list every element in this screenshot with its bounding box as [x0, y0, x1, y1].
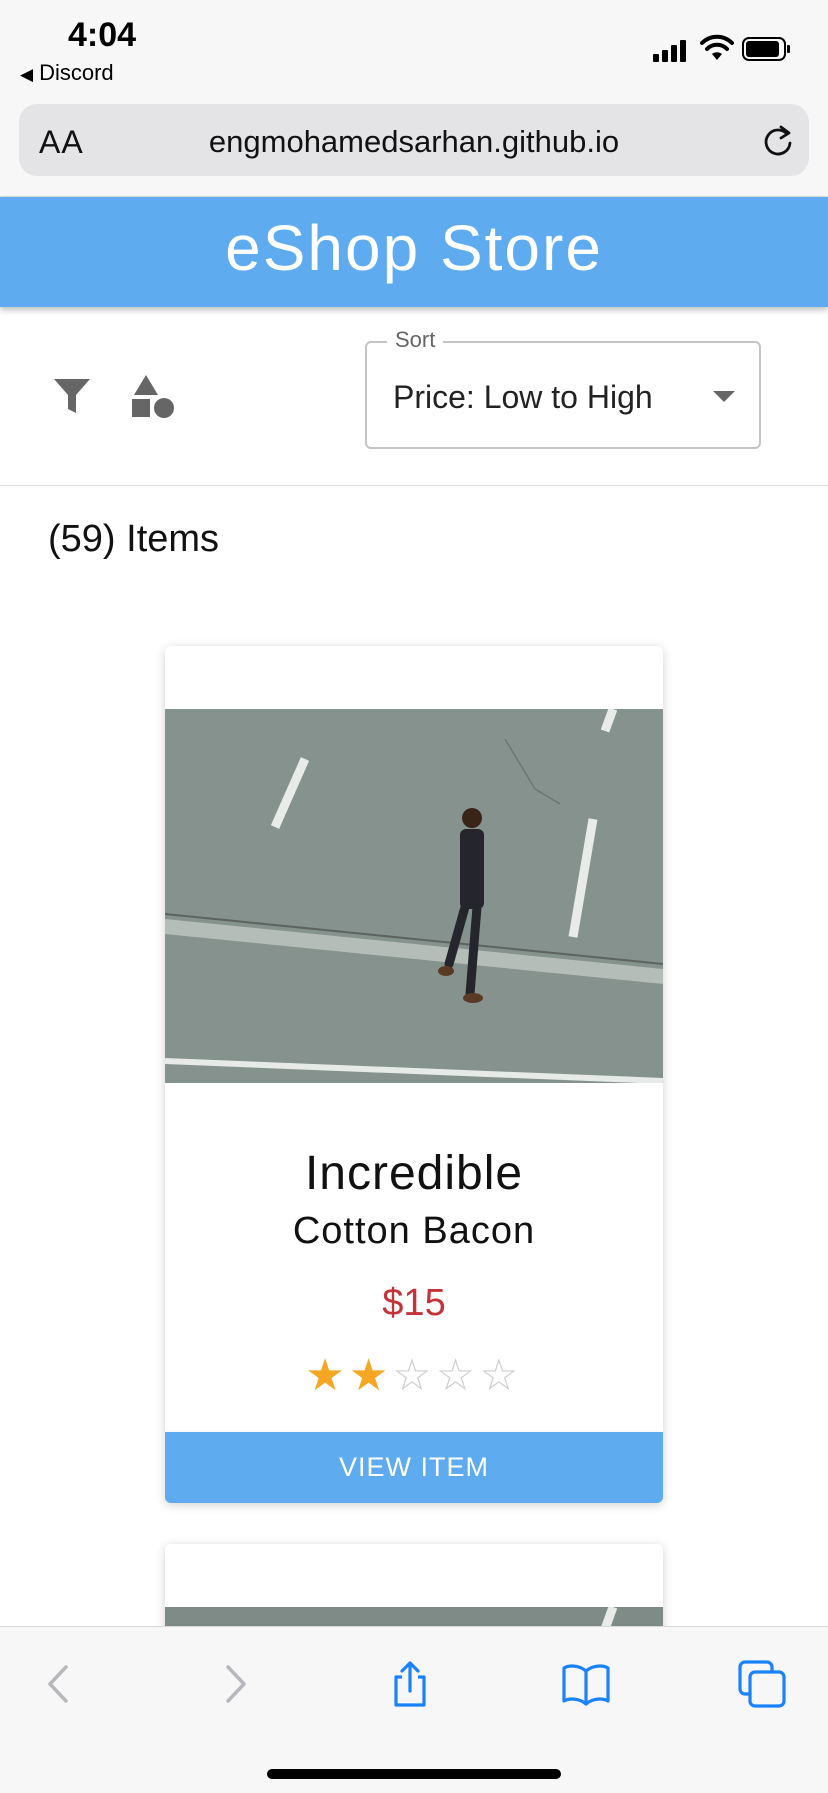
tabs-icon[interactable] — [737, 1659, 787, 1709]
filter-icon[interactable] — [52, 375, 92, 417]
app-title: eShop Store — [225, 212, 603, 284]
wifi-icon — [700, 34, 734, 60]
product-name-line2: Cotton Bacon — [292, 1210, 536, 1252]
filter-sort-toolbar: Sort Price: Low to High — [0, 307, 828, 486]
dropdown-caret-icon — [713, 391, 735, 402]
product-card: Incredible Cotton Bacon $15 ★★☆☆☆ VIEW I… — [165, 646, 663, 1503]
star-empty-icon: ☆ — [435, 1351, 480, 1400]
back-app-label: Discord — [39, 60, 114, 85]
share-icon[interactable] — [385, 1659, 435, 1709]
battery-icon — [742, 37, 790, 61]
home-indicator[interactable] — [267, 1769, 561, 1779]
items-count: (59) Items — [48, 518, 220, 560]
rating-stars: ★★☆☆☆ — [165, 1350, 663, 1401]
reload-icon[interactable] — [761, 124, 795, 158]
star-filled-icon: ★ — [305, 1351, 349, 1400]
forward-arrow-icon[interactable] — [210, 1659, 260, 1709]
star-filled-icon: ★ — [348, 1351, 393, 1400]
browser-address-area: AA engmohamedsarhan.github.io — [0, 100, 828, 197]
back-to-app-link[interactable]: ◀ Discord — [20, 60, 114, 86]
browser-toolbar — [0, 1626, 828, 1793]
status-time: 4:04 — [68, 16, 137, 54]
sort-select[interactable]: Sort Price: Low to High — [365, 327, 761, 449]
shapes-icon[interactable] — [130, 373, 176, 419]
url-text[interactable]: engmohamedsarhan.github.io — [19, 124, 809, 160]
product-price: $15 — [382, 1282, 446, 1324]
view-item-button[interactable]: VIEW ITEM — [165, 1432, 663, 1503]
star-empty-icon: ☆ — [479, 1351, 523, 1400]
star-empty-icon: ☆ — [392, 1351, 436, 1400]
back-arrow-icon[interactable] — [34, 1659, 84, 1709]
bookmarks-icon[interactable] — [561, 1659, 611, 1709]
back-triangle-icon: ◀ — [20, 65, 34, 84]
product-name: Incredible — [304, 1147, 524, 1200]
status-bar: 4:04 ◀ Discord — [0, 0, 828, 100]
app-header: eShop Store — [0, 197, 828, 307]
sort-value: Price: Low to High — [393, 379, 653, 415]
address-bar[interactable]: AA engmohamedsarhan.github.io — [19, 104, 809, 176]
product-image[interactable] — [165, 709, 663, 1083]
sort-label: Sort — [387, 327, 444, 353]
cellular-signal-icon — [653, 38, 691, 62]
